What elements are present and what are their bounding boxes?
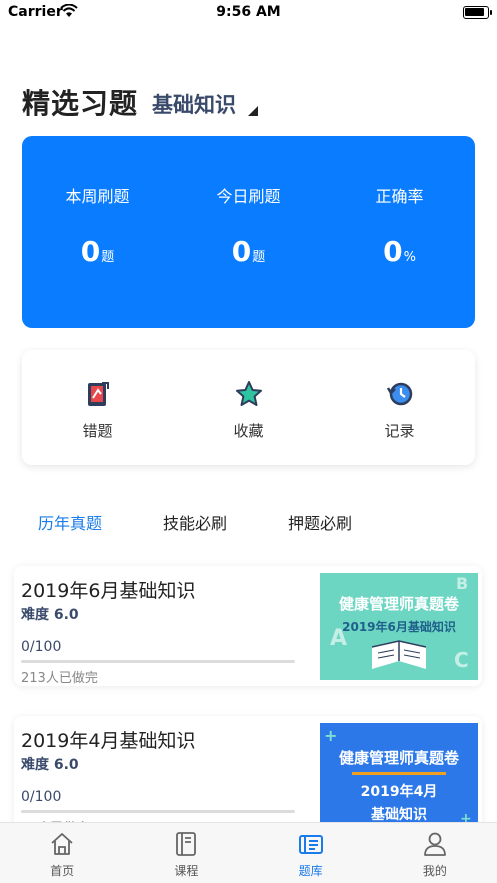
exam-completed-count: 213人已做完: [21, 671, 98, 686]
quick-actions-card: 错题 收藏 记录: [22, 350, 475, 465]
action-label: 错题: [82, 422, 113, 440]
nav-label: 我的: [422, 864, 447, 878]
page-header: 精选习题 基础知识: [22, 78, 259, 122]
status-time: 9:56 AM: [216, 4, 281, 20]
cover-line2: 基础知识: [371, 806, 427, 823]
svg-text:+: +: [324, 726, 337, 745]
status-bar: Carrier 9:56 AM: [0, 0, 497, 26]
stat-accuracy: 正确率 0%: [324, 136, 475, 328]
stat-label: 今日刷题: [216, 187, 281, 206]
stat-number: 0: [80, 235, 101, 268]
category-dropdown[interactable]: 基础知识: [152, 89, 259, 122]
nav-home[interactable]: 首页: [0, 823, 124, 883]
stats-card: 本周刷题 0题 今日刷题 0题 正确率 0%: [22, 136, 475, 328]
stat-today: 今日刷题 0题: [173, 136, 324, 328]
wrong-questions-icon: [87, 382, 109, 406]
exam-tabs: 历年真题 技能必刷 押题必刷: [0, 510, 497, 538]
cover-line1: 2019年4月: [361, 783, 438, 800]
stat-unit: 题: [252, 250, 266, 265]
user-icon: [423, 832, 446, 856]
exam-progress-bar: [21, 810, 295, 813]
exam-card[interactable]: 2019年4月基础知识 难度 6.0 0/100 88人已做完 + + 健康管理…: [14, 716, 482, 836]
exam-cover-image: A C B 健康管理师真题卷 2019年6月基础知识: [320, 573, 478, 680]
favorites-button[interactable]: 收藏: [173, 350, 324, 465]
exam-title: 2019年4月基础知识: [21, 730, 196, 752]
stat-unit: %: [403, 250, 416, 265]
nav-question-bank[interactable]: 题库: [249, 823, 373, 883]
stat-value: 0题: [173, 235, 324, 268]
page-title: 精选习题: [22, 87, 139, 120]
exam-progress-text: 0/100: [21, 789, 62, 805]
star-icon: [235, 381, 262, 406]
battery-icon: [463, 6, 492, 19]
stat-label: 正确率: [375, 187, 424, 206]
exam-title: 2019年6月基础知识: [21, 580, 196, 602]
stat-unit: 题: [101, 250, 115, 265]
history-button[interactable]: 记录: [324, 350, 475, 465]
svg-text:B: B: [456, 574, 468, 593]
tab-skill-practice[interactable]: 技能必刷: [163, 510, 227, 534]
stat-number: 0: [383, 235, 403, 268]
nav-label: 课程: [174, 864, 199, 878]
wrong-questions-button[interactable]: 错题: [22, 350, 173, 465]
cover-subtitle: 2019年6月基础知识: [342, 619, 456, 634]
exam-card[interactable]: 2019年6月基础知识 难度 6.0 0/100 213人已做完 A C B 健…: [14, 566, 482, 686]
history-icon: [386, 382, 412, 406]
category-label: 基础知识: [152, 93, 237, 117]
question-bank-icon: [298, 835, 323, 854]
action-label: 收藏: [233, 422, 264, 440]
exam-progress-text: 0/100: [21, 639, 62, 655]
nav-label: 首页: [50, 864, 75, 878]
exam-difficulty: 难度 6.0: [21, 757, 79, 773]
nav-profile[interactable]: 我的: [373, 823, 497, 883]
dropdown-triangle-icon: [248, 106, 259, 116]
tab-predicted-questions[interactable]: 押题必刷: [288, 510, 352, 534]
cover-title: 健康管理师真题卷: [339, 595, 460, 613]
action-label: 记录: [384, 422, 415, 440]
home-icon: [51, 833, 73, 855]
tab-past-exams[interactable]: 历年真题: [38, 510, 102, 534]
stat-weekly: 本周刷题 0题: [22, 136, 173, 328]
exam-cover-image: + + 健康管理师真题卷 2019年4月 基础知识: [320, 723, 478, 830]
stat-number: 0: [231, 235, 252, 268]
nav-label: 题库: [298, 864, 323, 878]
book-icon: [176, 832, 197, 856]
nav-courses[interactable]: 课程: [124, 823, 248, 883]
exam-progress-bar: [21, 660, 295, 663]
stat-value: 0%: [324, 235, 475, 268]
stat-value: 0题: [22, 235, 173, 268]
bottom-tab-bar: 首页 课程 题库 我的: [0, 822, 497, 883]
cover-title: 健康管理师真题卷: [339, 749, 460, 767]
stat-label: 本周刷题: [65, 187, 130, 206]
exam-difficulty: 难度 6.0: [21, 607, 79, 623]
svg-text:C: C: [454, 648, 469, 672]
